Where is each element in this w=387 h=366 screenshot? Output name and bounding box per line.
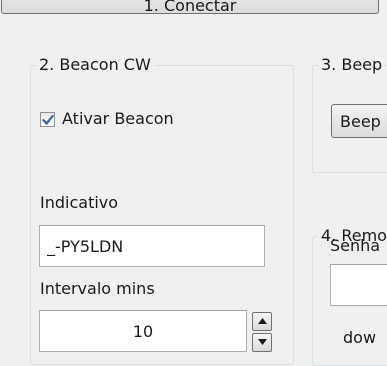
- password-input[interactable]: [330, 264, 387, 306]
- check-icon: [42, 114, 54, 125]
- beep-button[interactable]: Beep: [331, 104, 387, 138]
- interval-decrement-button[interactable]: [252, 333, 272, 352]
- connect-button-label: 1. Conectar: [143, 0, 237, 14]
- activate-beacon-checkbox-box[interactable]: [40, 111, 55, 127]
- connect-button[interactable]: 1. Conectar: [1, 0, 379, 14]
- remote-partial-label: dow: [343, 328, 377, 347]
- interval-label: Intervalo mins: [40, 279, 155, 298]
- interval-increment-button[interactable]: [252, 312, 272, 331]
- interval-input[interactable]: [39, 310, 247, 352]
- triangle-down-icon: [258, 339, 267, 345]
- activate-beacon-label: Ativar Beacon: [62, 109, 174, 128]
- callsign-label: Indicativo: [40, 193, 119, 212]
- triangle-up-icon: [258, 318, 267, 324]
- callsign-input[interactable]: [39, 225, 265, 267]
- activate-beacon-checkbox[interactable]: Ativar Beacon: [40, 108, 174, 130]
- beacon-cw-group-title: 2. Beacon CW: [36, 55, 154, 75]
- beep-group-title: 3. Beep: [318, 55, 386, 75]
- password-label: Senha: [330, 236, 381, 255]
